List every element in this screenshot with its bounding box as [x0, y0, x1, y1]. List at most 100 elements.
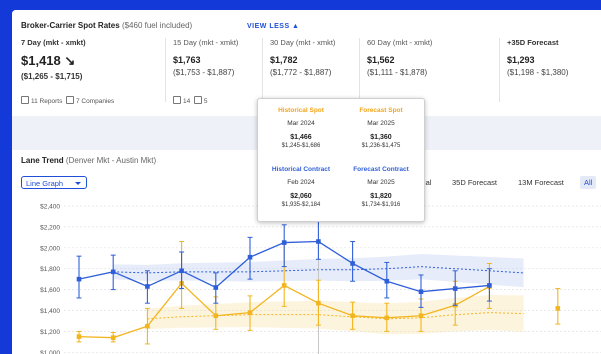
historical-contract-point — [179, 268, 184, 274]
rate-column-range: ($1,753 - $1,887) — [173, 68, 235, 77]
rate-column-label: +35D Forecast — [507, 38, 559, 47]
rate-column-7-day: 7 Day (mkt - xmkt) $1,418 ↘ ($1,265 - $1… — [21, 38, 86, 81]
tooltip-label: Forecast Spot — [359, 107, 403, 114]
reports-count: 11 Reports — [31, 98, 63, 105]
y-tick-label: $2,000 — [40, 245, 60, 252]
historical-spot-point — [418, 313, 424, 319]
historical-spot-point — [110, 335, 116, 340]
lane-trend-title: Lane Trend (Denver Mkt - Austin Mkt) — [21, 156, 156, 165]
reports-count: 14 — [183, 98, 191, 105]
historical-contract-point — [145, 284, 150, 289]
spot-rates-title-text: Broker-Carrier Spot Rates — [21, 21, 120, 30]
column-divider — [262, 38, 263, 102]
historical-contract-point — [452, 286, 458, 291]
y-tick-label: $1,200 — [40, 329, 60, 336]
rate-column-value: $1,562 — [367, 55, 395, 65]
building-icon — [65, 96, 74, 104]
historical-contract-point — [418, 289, 424, 294]
historical-spot-point — [350, 313, 355, 319]
tab-all[interactable]: All — [580, 176, 597, 189]
rate-column-label: 15 Day (mkt - xmkt) — [173, 38, 239, 47]
tooltip-value: $2,060 — [290, 193, 312, 200]
y-tick-label: $1,400 — [40, 308, 60, 315]
y-tick-label: $2,400 — [40, 204, 60, 211]
historical-contract-point — [316, 239, 321, 244]
tooltip-range: $1,236-$1,475 — [361, 143, 401, 149]
historical-contract-point — [247, 254, 253, 260]
tooltip-value: $1,820 — [370, 193, 392, 200]
tooltip-range: $1,245-$1,686 — [281, 143, 321, 149]
rate-column-forecast: +35D Forecast $1,293 ($1,198 - $1,380) — [507, 38, 568, 77]
lane-trend-subtitle: (Denver Mkt - Austin Mkt) — [65, 156, 157, 165]
historical-spot-point — [281, 283, 287, 288]
tooltip-date: Feb 2024 — [287, 179, 315, 186]
rate-column-range: ($1,772 - $1,887) — [270, 68, 332, 77]
tooltip-date: Mar 2025 — [367, 120, 395, 127]
tooltip-label: Historical Contract — [271, 166, 331, 173]
rate-column-label: 30 Day (mkt - xmkt) — [270, 38, 336, 47]
historical-contract-point — [110, 269, 116, 275]
rate-column-label: 60 Day (mkt - xmkt) — [367, 38, 433, 47]
rate-column-value: $1,293 — [507, 55, 535, 65]
historical-contract-point — [213, 285, 219, 290]
historical-contract-point — [350, 261, 355, 266]
tab-13m-forecast[interactable]: 13M Forecast — [514, 176, 568, 189]
rate-column-15-day: 15 Day (mkt - xmkt) $1,763 ($1,753 - $1,… — [173, 38, 238, 77]
graph-type-select[interactable]: Line Graph — [21, 176, 87, 189]
tooltip-historical-spot: Historical Spot Mar 2024 $1,466 $1,245-$… — [261, 107, 341, 149]
report-icon — [21, 96, 29, 104]
rate-column-range: ($1,265 - $1,715) — [21, 72, 83, 81]
spot-rates-subtitle: ($460 fuel included) — [121, 21, 193, 30]
companies-count: 5 — [203, 98, 208, 105]
report-icon — [173, 96, 181, 104]
historical-spot-point — [76, 334, 82, 339]
column-divider — [165, 38, 166, 102]
y-tick-label: $2,200 — [40, 224, 60, 231]
graph-type-value: Line Graph — [26, 179, 64, 188]
historical-spot-point — [316, 300, 321, 306]
forecast-spot-band — [147, 295, 524, 335]
rate-column-range: ($1,111 - $1,878) — [367, 68, 428, 77]
tooltip-historical-contract: Historical Contract Feb 2024 $2,060 $1,9… — [261, 166, 341, 208]
companies-count: 7 Companies — [75, 98, 115, 105]
app-frame: Broker-Carrier Spot Rates ($460 fuel inc… — [12, 10, 601, 354]
tooltip-label: Historical Spot — [278, 107, 324, 114]
rate-column-value: $1,418 ↘ — [21, 53, 76, 68]
historical-spot-point — [213, 313, 219, 319]
tooltip-date: Mar 2024 — [287, 120, 315, 127]
rate-column-60-day: 60 Day (mkt - xmkt) $1,562 ($1,111 - $1,… — [367, 38, 432, 77]
tooltip-forecast-spot: Forecast Spot Mar 2025 $1,360 $1,236-$1,… — [341, 107, 421, 149]
chart-tooltip: Historical Spot Mar 2024 $1,466 $1,245-$… — [257, 98, 425, 222]
historical-contract-point — [281, 240, 287, 245]
reports-meta: 11 Reports 7 Companies — [21, 96, 114, 105]
rate-column-value: $1,782 — [270, 55, 298, 65]
rate-column-value: $1,763 — [173, 55, 201, 65]
lane-trend-title-text: Lane Trend — [21, 156, 64, 165]
tooltip-value: $1,466 — [290, 134, 312, 141]
historical-spot-point — [247, 310, 253, 315]
chevron-down-icon — [75, 182, 81, 185]
rate-column-30-day: 30 Day (mkt - xmkt) $1,782 ($1,772 - $1,… — [270, 38, 335, 77]
column-divider — [359, 38, 360, 102]
y-tick-label: $1,000 — [40, 350, 60, 354]
y-tick-label: $1,800 — [40, 266, 60, 273]
historical-contract-point — [487, 283, 492, 288]
historical-contract-point — [384, 278, 390, 284]
historical-spot-point — [555, 306, 561, 311]
tooltip-label: Forecast Contract — [353, 166, 409, 173]
tooltip-value: $1,360 — [370, 134, 392, 141]
tooltip-range: $1,935-$2,184 — [281, 202, 321, 208]
tooltip-date: Mar 2025 — [367, 179, 395, 186]
rate-column-range: ($1,198 - $1,380) — [507, 68, 569, 77]
historical-spot-point — [145, 323, 150, 329]
spot-rates-title: Broker-Carrier Spot Rates ($460 fuel inc… — [21, 21, 192, 30]
tab-35d-forecast[interactable]: 35D Forecast — [448, 176, 501, 189]
reports-meta-15-day: 14 5 — [173, 96, 207, 105]
historical-spot-point — [384, 315, 390, 321]
column-divider — [499, 38, 500, 102]
y-tick-label: $1,600 — [40, 287, 60, 294]
tooltip-forecast-contract: Forecast Contract Mar 2025 $1,820 $1,734… — [341, 166, 421, 208]
historical-contract-point — [76, 276, 82, 282]
rate-column-label: 7 Day (mkt - xmkt) — [21, 38, 86, 47]
view-less-link[interactable]: VIEW LESS ▲ — [247, 23, 300, 30]
